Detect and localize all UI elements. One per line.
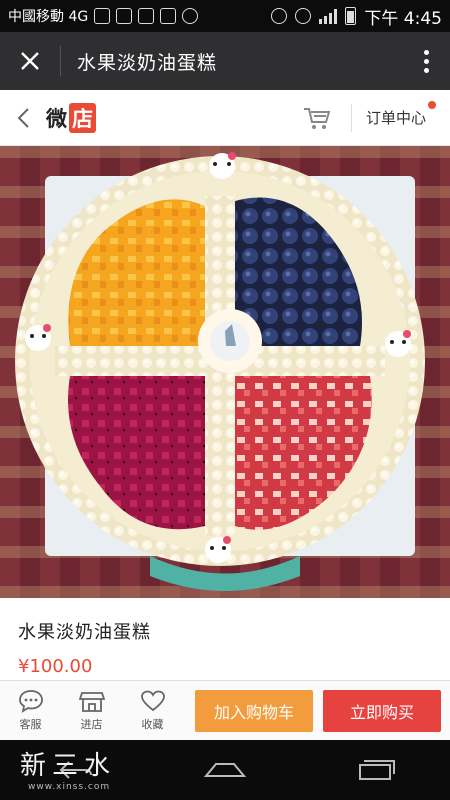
enter-store-button[interactable]: 进店 bbox=[61, 689, 122, 732]
chat-bubble-icon bbox=[18, 690, 43, 713]
logo-wei: 微 bbox=[46, 106, 67, 131]
app-header: 水果淡奶油蛋糕 bbox=[0, 32, 450, 90]
more-options-icon[interactable] bbox=[402, 49, 450, 73]
product-title: 水果淡奶油蛋糕 bbox=[18, 622, 151, 643]
favorite-label: 收藏 bbox=[141, 718, 164, 731]
watermark-logo: 新三水 bbox=[20, 751, 117, 781]
carrier-label: 中國移動 4G bbox=[8, 9, 89, 25]
shield-app-icon bbox=[160, 8, 177, 24]
buy-now-button[interactable]: 立即购买 bbox=[323, 689, 441, 732]
signal-icon bbox=[319, 8, 338, 24]
product-price: ¥100.00 bbox=[18, 656, 93, 677]
home-icon bbox=[203, 763, 247, 777]
recent-apps-button[interactable] bbox=[345, 750, 405, 790]
alarm-icon bbox=[271, 8, 288, 24]
recent-apps-icon bbox=[359, 760, 395, 780]
store-logo[interactable]: 微 店 bbox=[46, 102, 96, 133]
status-bar: 中國移動 4G 下午 4:45 bbox=[0, 0, 450, 32]
globe-icon bbox=[182, 8, 199, 24]
lock-icon bbox=[138, 8, 155, 24]
storefront-icon bbox=[78, 692, 105, 712]
store-nav-bar: 微 店 订单中心 bbox=[0, 90, 450, 146]
battery-icon bbox=[345, 7, 357, 25]
shield-icon bbox=[94, 8, 111, 24]
header-divider bbox=[60, 46, 61, 76]
add-to-cart-button[interactable]: 加入购物车 bbox=[195, 689, 313, 732]
close-icon[interactable] bbox=[0, 32, 60, 90]
home-button[interactable] bbox=[195, 750, 255, 790]
shopping-cart-icon[interactable] bbox=[297, 90, 337, 146]
notification-dot bbox=[428, 101, 436, 109]
watermark-url: www.xinss.com bbox=[28, 782, 111, 792]
logo-dian: 店 bbox=[69, 102, 96, 133]
heart-icon bbox=[140, 690, 165, 712]
order-center-link[interactable]: 订单中心 bbox=[365, 101, 436, 128]
enter-store-label: 进店 bbox=[80, 718, 103, 731]
favorite-button[interactable]: 收藏 bbox=[122, 689, 183, 732]
order-center-label: 订单中心 bbox=[365, 109, 426, 127]
customer-service-button[interactable]: 客服 bbox=[0, 689, 61, 732]
customer-service-label: 客服 bbox=[19, 718, 42, 731]
back-chevron-icon[interactable] bbox=[0, 90, 46, 146]
clock: 下午 4:45 bbox=[364, 8, 442, 29]
product-image[interactable] bbox=[0, 146, 450, 598]
wifi-icon bbox=[295, 8, 312, 24]
nav-divider bbox=[350, 103, 352, 132]
warning-icon bbox=[116, 8, 133, 24]
page-title: 水果淡奶油蛋糕 bbox=[77, 51, 218, 74]
bottom-action-bar: 客服 进店 收藏 加入购物车 立即购买 bbox=[0, 680, 450, 740]
